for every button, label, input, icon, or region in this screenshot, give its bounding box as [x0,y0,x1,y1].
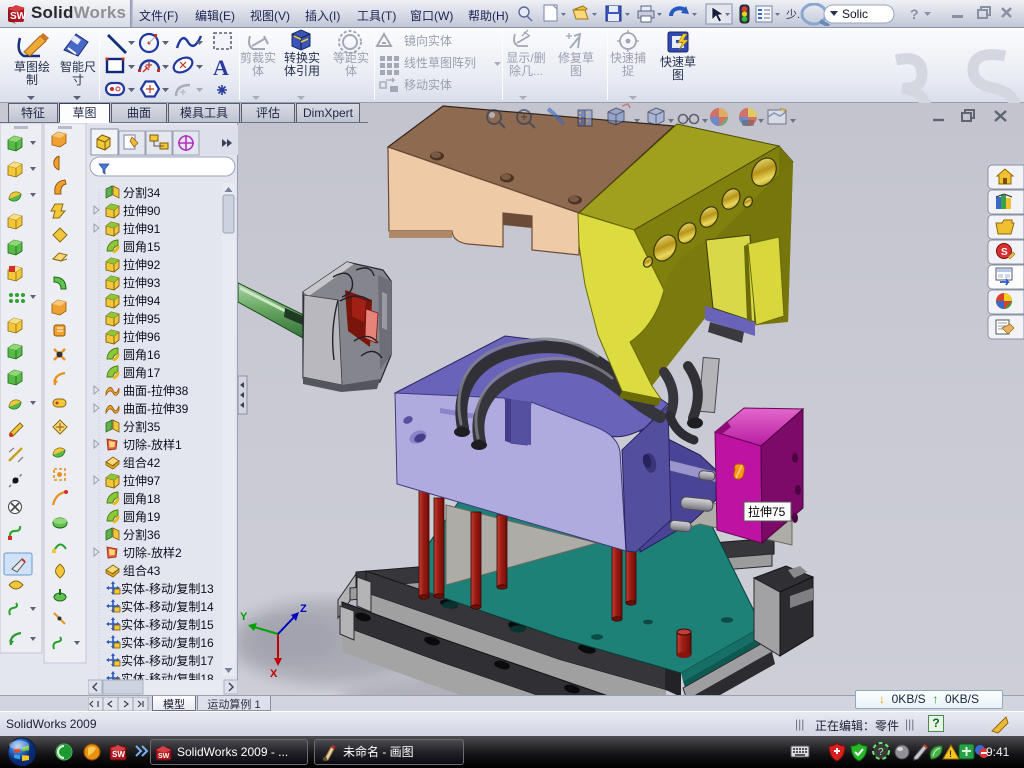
svg-text:拉伸94: 拉伸94 [123,293,161,308]
svg-text:拉伸97: 拉伸97 [123,473,161,488]
svg-text:实体-移动/复制16: 实体-移动/复制16 [121,635,214,650]
svg-text:拉伸75: 拉伸75 [748,504,786,519]
svg-text:S: S [1001,247,1008,258]
svg-text:分割35: 分割35 [123,419,161,434]
svg-text:圆角18: 圆角18 [123,492,161,506]
svg-text:拉伸96: 拉伸96 [123,329,161,344]
svg-text:拉伸91: 拉伸91 [123,221,161,236]
svg-text:圆角16: 圆角16 [123,348,161,362]
svg-text:切除-放样2: 切除-放样2 [123,545,182,560]
svg-text:!: ! [949,749,952,759]
svg-text:实体-移动/复制14: 实体-移动/复制14 [121,599,214,614]
svg-text:A: A [213,55,229,80]
svg-text:Solic: Solic [842,7,868,21]
svg-text:Y: Y [240,611,248,623]
svg-text:组合42: 组合42 [123,455,161,470]
svg-text:圆角15: 圆角15 [123,240,161,254]
svg-text:实体-移动/复制13: 实体-移动/复制13 [121,581,214,596]
svg-text:SW: SW [158,753,170,760]
svg-text:拉伸93: 拉伸93 [123,275,161,290]
svg-text:X: X [270,668,278,680]
svg-text:圆角19: 圆角19 [123,510,161,524]
svg-text:Z: Z [300,603,307,615]
svg-text:SW: SW [10,11,27,22]
svg-text:圆角17: 圆角17 [123,366,161,380]
svg-text:拉伸90: 拉伸90 [123,203,161,218]
svg-text:组合43: 组合43 [123,563,161,578]
svg-text:曲面-拉伸38: 曲面-拉伸38 [123,383,189,398]
svg-text:实体-移动/复制17: 实体-移动/复制17 [121,653,214,668]
svg-text:曲面-拉伸39: 曲面-拉伸39 [123,401,189,416]
svg-text:?: ? [910,6,919,22]
svg-text:分割34: 分割34 [123,185,161,200]
svg-text:实体-移动/复制15: 实体-移动/复制15 [121,617,214,632]
svg-text:分割36: 分割36 [123,527,161,542]
svg-text:拉伸92: 拉伸92 [123,257,161,272]
svg-text:拉伸95: 拉伸95 [123,311,161,326]
svg-text:切除-放样1: 切除-放样1 [123,437,182,452]
svg-text:?: ? [878,747,884,758]
svg-text:SW: SW [112,750,125,759]
